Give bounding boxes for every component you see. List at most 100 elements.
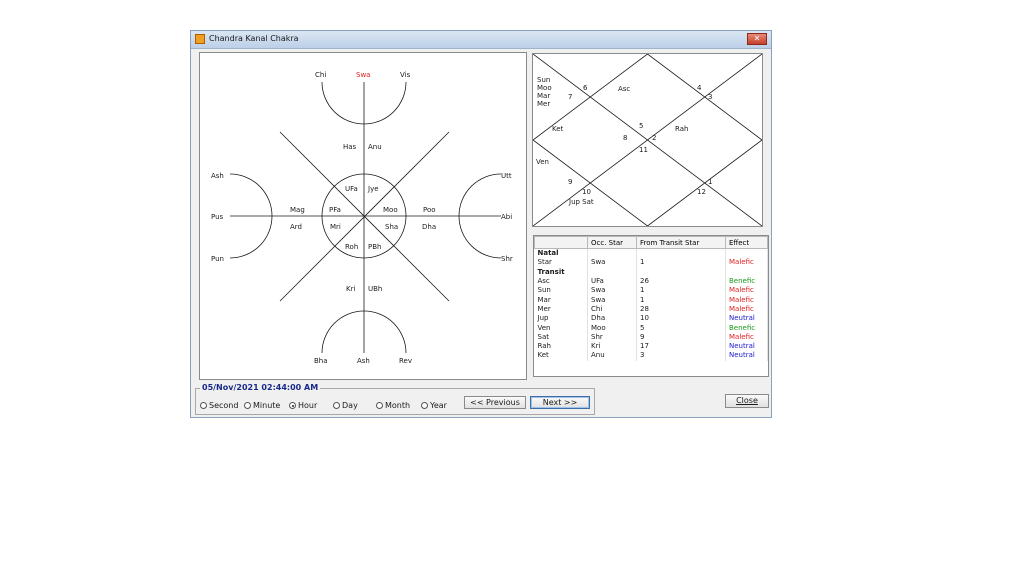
row-name: Star xyxy=(534,258,588,268)
window-close-button[interactable]: ✕ xyxy=(747,33,767,45)
row-star: Swa xyxy=(587,258,637,268)
star-ard: Ard xyxy=(290,223,302,231)
current-datetime: 05/Nov/2021 02:44:00 AM xyxy=(200,383,321,392)
house-7: 7 xyxy=(568,93,572,101)
row-from: 28 xyxy=(636,304,726,315)
radio-dot-selected xyxy=(289,402,296,409)
row-effect: Neutral xyxy=(725,314,768,324)
close-button[interactable]: Close xyxy=(725,394,769,408)
kundli-chart-panel: Sun Moo Mar Mer 6 7 4 3 Asc Ket 5 8 2 11… xyxy=(532,53,763,227)
star-utt: Utt xyxy=(501,172,512,180)
planet-ven: Ven xyxy=(536,158,549,166)
radio-dot xyxy=(376,402,383,409)
radio-dot xyxy=(421,402,428,409)
table-row[interactable]: Ket Anu 3 Neutral xyxy=(534,351,768,361)
star-pbh: PBh xyxy=(368,243,381,251)
col-header-effect[interactable]: Effect xyxy=(725,236,768,249)
window-title: Chandra Kanal Chakra xyxy=(209,34,299,43)
row-star: UFa xyxy=(587,276,637,287)
effect-table-panel: Occ. Star From Transit Star Effect Natal… xyxy=(533,235,769,377)
row-star: Swa xyxy=(587,286,637,296)
row-from: 1 xyxy=(636,258,726,268)
star-pun: Pun xyxy=(211,255,224,263)
star-mri: Mri xyxy=(330,223,341,231)
app-icon xyxy=(195,34,205,44)
table-row[interactable]: Sun Swa 1 Malefic xyxy=(534,286,768,296)
group-label: Natal xyxy=(534,248,588,259)
effect-table: Occ. Star From Transit Star Effect Natal… xyxy=(534,236,768,361)
row-name: Sun xyxy=(534,286,588,296)
row-star: Dha xyxy=(587,314,637,324)
radio-second[interactable]: Second xyxy=(200,401,238,410)
table-row[interactable]: Mar Swa 1 Malefic xyxy=(534,295,768,305)
chandra-kanal-chakra-window: Chandra Kanal Chakra ✕ Chi Swa Vis Bha A… xyxy=(190,30,772,418)
row-name: Rah xyxy=(534,341,588,352)
house-6: 6 xyxy=(583,84,588,92)
close-button-label: Close xyxy=(736,396,758,405)
table-row[interactable]: Jup Dha 10 Neutral xyxy=(534,314,768,324)
star-rev: Rev xyxy=(399,357,412,365)
row-star: Anu xyxy=(587,351,637,361)
row-from: 1 xyxy=(636,295,726,305)
group-label: Transit xyxy=(534,267,588,277)
house-3: 3 xyxy=(708,93,712,101)
row-star: Chi xyxy=(587,304,637,315)
next-button[interactable]: Next >> xyxy=(530,396,590,409)
table-row[interactable]: Rah Kri 17 Neutral xyxy=(534,341,768,352)
table-row[interactable]: Sat Shr 9 Malefic xyxy=(534,332,768,342)
row-from: 26 xyxy=(636,276,726,287)
star-has: Has xyxy=(343,143,357,151)
star-bha: Bha xyxy=(314,357,328,365)
planet-ket: Ket xyxy=(552,125,564,133)
row-name: Sat xyxy=(534,332,588,342)
star-mag: Mag xyxy=(290,206,305,214)
row-effect: Neutral xyxy=(725,341,768,352)
row-star: Kri xyxy=(587,341,637,352)
house-1: 1 xyxy=(708,178,712,186)
star-moo: Moo xyxy=(383,206,398,214)
planet-jup-sat: Jup Sat xyxy=(568,198,594,206)
table-row[interactable]: Ven Moo 5 Benefic xyxy=(534,323,768,333)
table-row[interactable]: Mer Chi 28 Malefic xyxy=(534,304,768,315)
star-kri: Kri xyxy=(346,285,355,293)
planet-rah: Rah xyxy=(675,125,688,133)
star-shr: Shr xyxy=(501,255,513,263)
radio-month[interactable]: Month xyxy=(376,401,410,410)
row-effect: Malefic xyxy=(725,295,768,305)
planet-mar: Mar xyxy=(537,92,550,100)
col-header-occ-star[interactable]: Occ. Star xyxy=(587,236,637,249)
row-effect: Malefic xyxy=(725,258,768,268)
table-row[interactable]: Asc UFa 26 Benefic xyxy=(534,276,768,287)
row-effect: Malefic xyxy=(725,304,768,315)
planet-moo: Moo xyxy=(537,84,552,92)
kundli-chart: Sun Moo Mar Mer 6 7 4 3 Asc Ket 5 8 2 11… xyxy=(532,53,763,227)
radio-label: Second xyxy=(209,401,239,410)
star-sha: Sha xyxy=(385,223,398,231)
asc-label: Asc xyxy=(618,85,630,93)
col-header-from-transit-star[interactable]: From Transit Star xyxy=(636,236,726,249)
radio-minute[interactable]: Minute xyxy=(244,401,280,410)
chakra-diagram: Chi Swa Vis Bha Ash Rev Ash Pus Pun Utt … xyxy=(211,71,513,365)
radio-year[interactable]: Year xyxy=(421,401,447,410)
group-row-transit: Transit xyxy=(534,267,768,277)
radio-label: Month xyxy=(385,401,411,410)
row-from: 1 xyxy=(636,286,726,296)
row-name: Ven xyxy=(534,323,588,333)
col-header-name[interactable] xyxy=(534,236,588,249)
radio-day[interactable]: Day xyxy=(333,401,358,410)
row-name: Jup xyxy=(534,314,588,324)
radio-hour[interactable]: Hour xyxy=(289,401,317,410)
row-star: Swa xyxy=(587,295,637,305)
title-bar: Chandra Kanal Chakra ✕ xyxy=(191,31,771,49)
previous-button[interactable]: << Previous xyxy=(464,396,526,409)
house-4: 4 xyxy=(697,84,702,92)
house-10: 10 xyxy=(582,188,591,196)
chakra-panel: Chi Swa Vis Bha Ash Rev Ash Pus Pun Utt … xyxy=(199,52,527,380)
row-star: Shr xyxy=(587,332,637,342)
radio-label: Day xyxy=(342,401,358,410)
radio-label: Minute xyxy=(253,401,281,410)
row-name: Mar xyxy=(534,295,588,305)
table-row[interactable]: Star Swa 1 Malefic xyxy=(534,258,768,268)
star-roh: Roh xyxy=(345,243,358,251)
row-name: Mer xyxy=(534,304,588,315)
